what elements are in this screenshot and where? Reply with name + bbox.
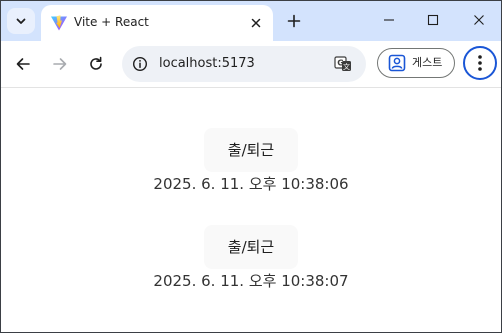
arrow-right-icon [53,58,67,70]
url-text[interactable]: localhost:5173 [159,55,255,73]
browser-toolbar: localhost:5173 G 文 게스트 [1,41,501,88]
timestamp-text: 2025. 6. 11. 오후 10:38:07 [153,272,349,290]
new-tab-button[interactable] [283,10,305,32]
clock-in-out-button[interactable]: 출/퇴근 [204,225,298,269]
window-close-button[interactable] [461,5,497,35]
tab-close-button[interactable] [247,14,265,32]
person-badge-icon [388,54,406,72]
translate-icon: G 文 [334,56,351,71]
clock-entry: 출/퇴근 2025. 6. 11. 오후 10:38:07 [1,225,501,291]
plus-icon [287,14,301,28]
forward-button[interactable] [48,52,72,76]
minimize-button[interactable] [371,5,407,35]
maximize-icon [427,14,439,26]
tab-active[interactable]: Vite + React [41,5,273,41]
minimize-icon [384,19,394,21]
reload-icon [90,56,102,70]
arrow-left-icon [16,58,30,70]
vite-logo-icon [51,15,67,31]
svg-text:文: 文 [343,62,350,71]
close-icon [251,18,261,28]
translate-button[interactable]: G 文 [333,55,353,73]
address-bar[interactable]: localhost:5173 G 文 [122,46,366,82]
back-button[interactable] [11,52,35,76]
tab-title: Vite + React [74,15,149,29]
site-info-button[interactable] [131,55,149,73]
profile-label: 게스트 [412,56,443,69]
clock-in-out-button[interactable]: 출/퇴근 [204,128,298,172]
browser-window: Vite + React localhost:5173 G 文 게스트 출/퇴근… [0,0,502,333]
reload-button[interactable] [84,52,108,76]
clock-entry: 출/퇴근 2025. 6. 11. 오후 10:38:06 [1,128,501,194]
close-icon [474,15,484,25]
tab-search-button[interactable] [7,8,35,34]
tab-strip: Vite + React [1,1,501,41]
info-icon [132,56,148,72]
guest-profile-button[interactable]: 게스트 [377,48,455,78]
page-viewport: 출/퇴근 2025. 6. 11. 오후 10:38:06 출/퇴근 2025.… [1,88,501,332]
chevron-down-icon [16,18,26,24]
maximize-button[interactable] [415,5,451,35]
kebab-menu-icon [478,55,482,71]
timestamp-text: 2025. 6. 11. 오후 10:38:06 [153,175,349,193]
browser-menu-button[interactable] [463,46,497,80]
